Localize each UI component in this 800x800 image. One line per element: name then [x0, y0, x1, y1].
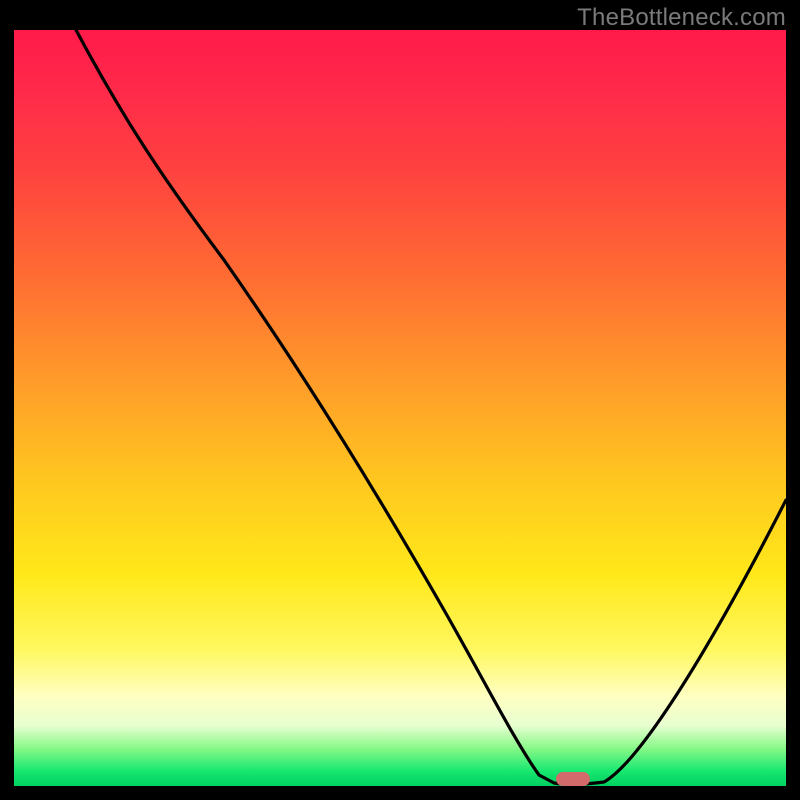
plot-area [14, 30, 786, 786]
bottleneck-curve [14, 30, 786, 786]
curve-path [76, 30, 786, 784]
optimal-marker [556, 772, 590, 786]
watermark-text: TheBottleneck.com [577, 4, 786, 32]
chart-frame: TheBottleneck.com [0, 0, 800, 800]
